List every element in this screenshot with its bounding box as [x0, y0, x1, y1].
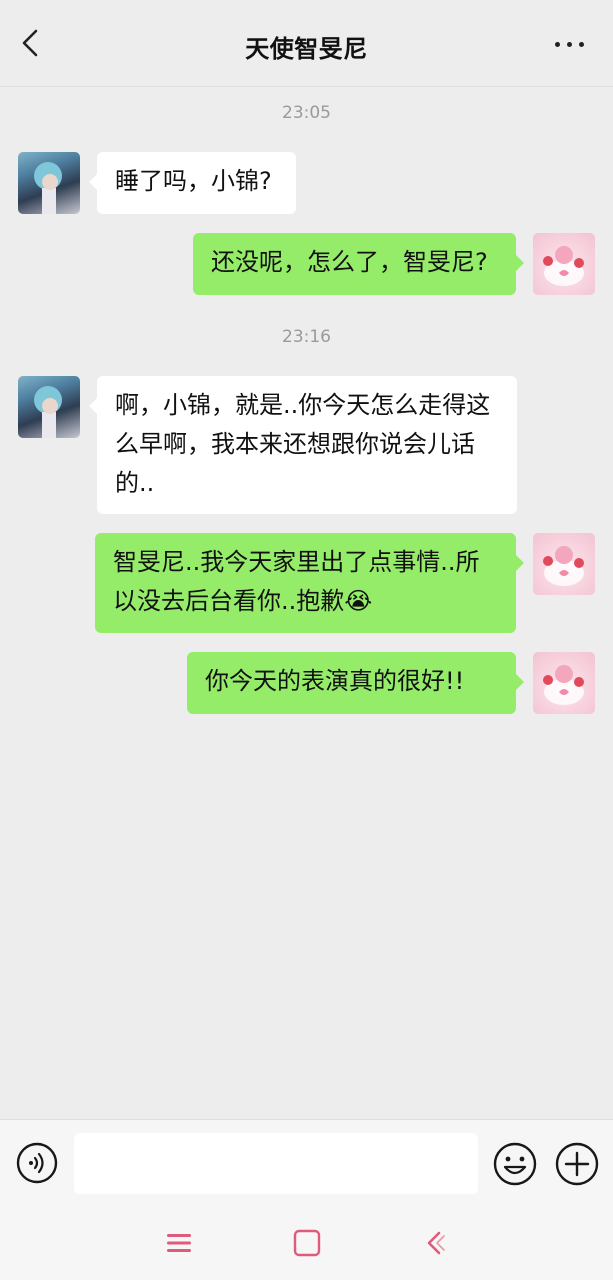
chat-header: 天使智旻尼	[0, 0, 613, 87]
avatar[interactable]	[18, 376, 80, 438]
message-bubble-sent[interactable]: 你今天的表演真的很好!!	[187, 652, 524, 714]
message-bubble-sent[interactable]: 还没呢，怎么了，智旻尼?	[193, 233, 524, 295]
menu-icon	[167, 1234, 191, 1252]
message-bubble-received[interactable]: 睡了吗，小锦?	[89, 152, 296, 214]
user-avatar-image	[543, 665, 584, 705]
emoji-button[interactable]	[493, 1142, 537, 1186]
back-chevron-icon	[427, 1231, 445, 1255]
plus-icon	[555, 1142, 599, 1186]
home-button[interactable]	[292, 1228, 322, 1258]
home-square-icon	[293, 1229, 321, 1257]
more-horizontal-icon	[555, 42, 560, 47]
chat-messages: 23:05 睡了吗，小锦? 还没呢，怎么了，智旻尼? 23:16 啊，小锦，就是…	[0, 87, 613, 1119]
more-functions-button[interactable]	[555, 1142, 599, 1186]
voice-button[interactable]	[16, 1142, 58, 1184]
avatar[interactable]	[533, 652, 595, 714]
chat-title: 天使智旻尼	[245, 35, 368, 63]
voice-icon	[16, 1142, 58, 1184]
system-back-button[interactable]	[420, 1228, 450, 1258]
user-avatar-image	[543, 546, 584, 586]
message-bubble-received[interactable]: 啊，小锦，就是..你今天怎么走得这么早啊，我本来还想跟你说会儿话的..	[89, 376, 517, 514]
user-avatar-image	[543, 246, 584, 286]
avatar[interactable]	[533, 533, 595, 595]
avatar[interactable]	[533, 233, 595, 295]
timestamp: 23:16	[282, 327, 331, 347]
recent-apps-button[interactable]	[164, 1228, 194, 1258]
contact-avatar-image	[34, 386, 62, 438]
timestamp: 23:05	[282, 103, 331, 123]
message-bubble-sent[interactable]: 智旻尼..我今天家里出了点事情..所以没去后台看你..抱歉😭	[95, 533, 524, 633]
contact-avatar-image	[34, 162, 62, 214]
more-button[interactable]	[553, 34, 587, 54]
message-input[interactable]	[74, 1133, 478, 1194]
system-navigation-bar	[0, 1208, 613, 1280]
emoji-icon	[493, 1142, 537, 1186]
avatar[interactable]	[18, 152, 80, 214]
message-input-bar	[0, 1119, 613, 1208]
